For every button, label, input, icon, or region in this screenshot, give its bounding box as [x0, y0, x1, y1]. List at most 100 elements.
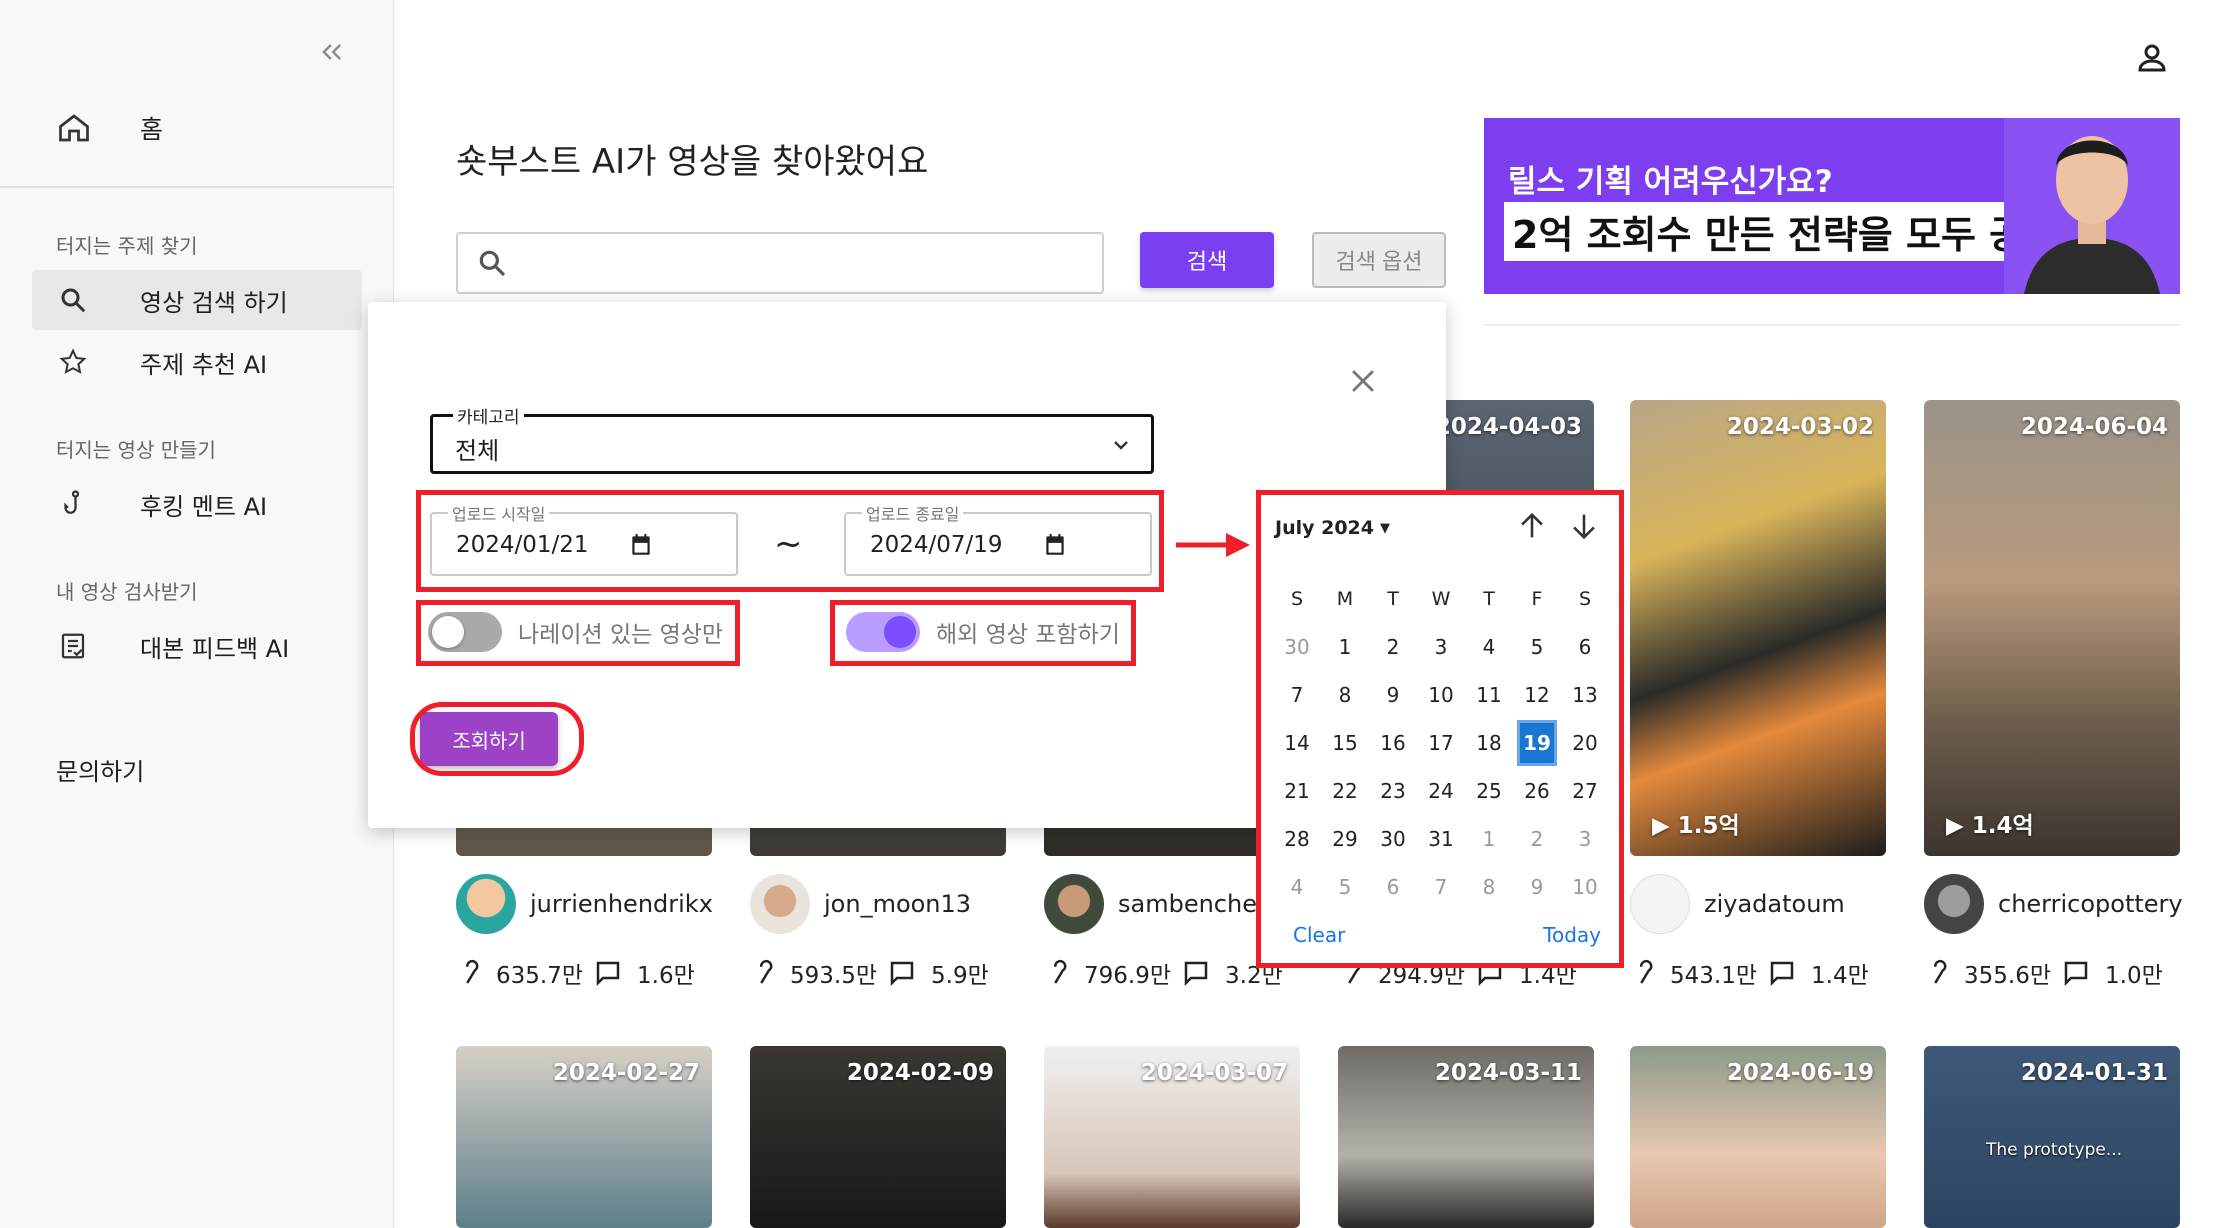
- comment-icon: [1184, 961, 1208, 987]
- calendar-icon[interactable]: [628, 532, 654, 558]
- sidebar-item-home[interactable]: 홈: [56, 104, 356, 152]
- calendar-day[interactable]: 6: [1561, 627, 1609, 667]
- calendar-day[interactable]: 16: [1369, 723, 1417, 763]
- video-author[interactable]: jurrienhendrikx: [456, 874, 756, 934]
- calendar-day[interactable]: 17: [1417, 723, 1465, 763]
- calendar-day[interactable]: 2: [1369, 627, 1417, 667]
- weekday-header: S M T W T F S: [1273, 575, 1609, 623]
- video-author[interactable]: ziyadatoum: [1630, 874, 1930, 934]
- date-range-separator: ~: [774, 524, 803, 564]
- sidebar-item-label: 대본 피드백 AI: [140, 634, 290, 663]
- calendar-day[interactable]: 4: [1465, 627, 1513, 667]
- calendar-day[interactable]: 10: [1417, 675, 1465, 715]
- month-selector[interactable]: July 2024 ▼: [1275, 517, 1390, 539]
- user-account-icon[interactable]: [2134, 40, 2170, 76]
- home-icon: [59, 114, 89, 142]
- calendar-day[interactable]: 4: [1273, 867, 1321, 907]
- search-button[interactable]: 검색: [1140, 232, 1274, 288]
- include-overseas-toggle-row[interactable]: 해외 영상 포함하기: [846, 608, 1120, 656]
- clear-date-button[interactable]: Clear: [1293, 923, 1345, 947]
- sidebar-item-video-search[interactable]: 영상 검색 하기: [32, 270, 362, 330]
- video-thumbnail[interactable]: 2024-03-07: [1044, 1046, 1300, 1228]
- calendar-day[interactable]: 7: [1417, 867, 1465, 907]
- calendar-day[interactable]: 9: [1513, 867, 1561, 907]
- calendar-day[interactable]: 9: [1369, 675, 1417, 715]
- calendar-day[interactable]: 28: [1273, 819, 1321, 859]
- sidebar-item-topic-ai[interactable]: 주제 추천 AI: [32, 332, 362, 392]
- video-author[interactable]: cherricopottery: [1924, 874, 2224, 934]
- narration-only-toggle-row[interactable]: 나레이션 있는 영상만: [428, 608, 723, 656]
- category-select[interactable]: 카테고리 전체: [430, 403, 1154, 474]
- calendar-day[interactable]: 12: [1513, 675, 1561, 715]
- video-thumbnail[interactable]: 2024-03-02 ▶ 1.5억: [1630, 400, 1886, 856]
- video-thumbnail[interactable]: 2024-02-09: [750, 1046, 1006, 1228]
- document-check-icon: [56, 629, 90, 663]
- calendar-day[interactable]: 30: [1273, 627, 1321, 667]
- calendar-day[interactable]: 7: [1273, 675, 1321, 715]
- video-thumbnail[interactable]: 2024-02-27: [456, 1046, 712, 1228]
- calendar-day[interactable]: 24: [1417, 771, 1465, 811]
- include-overseas-toggle[interactable]: [846, 612, 920, 652]
- sidebar-item-hooking-ai[interactable]: 후킹 멘트 AI: [32, 474, 362, 534]
- sidebar-section-title: 내 영상 검사받기: [56, 580, 198, 604]
- calendar-day[interactable]: 1: [1321, 627, 1369, 667]
- calendar-day[interactable]: 5: [1513, 627, 1561, 667]
- calendar-day[interactable]: 11: [1465, 675, 1513, 715]
- calendar-day[interactable]: 8: [1321, 675, 1369, 715]
- calendar-day[interactable]: 13: [1561, 675, 1609, 715]
- calendar-day-selected[interactable]: 19: [1517, 720, 1557, 766]
- calendar-week: 14 15 16 17 18 19 20: [1273, 719, 1609, 767]
- narration-only-toggle[interactable]: [428, 612, 502, 652]
- calendar-day[interactable]: 27: [1561, 771, 1609, 811]
- calendar-day[interactable]: 31: [1417, 819, 1465, 859]
- start-date-field[interactable]: 업로드 시작일 2024/01/21: [430, 501, 738, 576]
- end-date-field[interactable]: 업로드 종료일 2024/07/19: [844, 501, 1152, 576]
- collapse-sidebar-button[interactable]: [310, 32, 354, 72]
- arrow-up-icon[interactable]: [1515, 509, 1549, 543]
- search-input[interactable]: [520, 234, 1102, 292]
- avatar: [1044, 874, 1104, 934]
- video-thumbnail[interactable]: 2024-06-04 ▶ 1.4억: [1924, 400, 2180, 856]
- likes-count: 635.7만: [496, 963, 584, 989]
- calendar-day[interactable]: 23: [1369, 771, 1417, 811]
- video-author[interactable]: jon_moon13: [750, 874, 1050, 934]
- calendar-day[interactable]: 15: [1321, 723, 1369, 763]
- sidebar-item-contact[interactable]: 문의하기: [56, 752, 144, 787]
- arrow-down-icon[interactable]: [1567, 509, 1601, 543]
- calendar-day[interactable]: 29: [1321, 819, 1369, 859]
- submit-filter-button[interactable]: 조회하기: [420, 712, 558, 766]
- video-date: 2024-03-02: [1726, 414, 1874, 440]
- video-stats: 796.9만 3.2만: [1044, 956, 1283, 990]
- calendar-day[interactable]: 3: [1417, 627, 1465, 667]
- sidebar-item-label: 주제 추천 AI: [140, 350, 268, 379]
- close-icon[interactable]: [1346, 364, 1380, 398]
- calendar-day[interactable]: 3: [1561, 819, 1609, 859]
- calendar-day[interactable]: 18: [1465, 723, 1513, 763]
- calendar-day[interactable]: 5: [1321, 867, 1369, 907]
- video-stats: 543.1만 1.4만: [1630, 956, 1869, 990]
- sidebar-item-label: 영상 검색 하기: [140, 288, 288, 317]
- calendar-day[interactable]: 6: [1369, 867, 1417, 907]
- video-thumbnail[interactable]: 2024-06-19: [1630, 1046, 1886, 1228]
- calendar-day[interactable]: 25: [1465, 771, 1513, 811]
- calendar-day[interactable]: 1: [1465, 819, 1513, 859]
- calendar-day[interactable]: 20: [1561, 723, 1609, 763]
- video-thumbnail[interactable]: 2024-03-11: [1338, 1046, 1594, 1228]
- search-field[interactable]: [456, 232, 1104, 294]
- calendar-day[interactable]: 21: [1273, 771, 1321, 811]
- sidebar-item-script-feedback[interactable]: 대본 피드백 AI: [32, 616, 362, 676]
- video-thumbnail[interactable]: 2024-01-31 The prototype...: [1924, 1046, 2180, 1228]
- calendar-day[interactable]: 2: [1513, 819, 1561, 859]
- calendar-icon[interactable]: [1042, 532, 1068, 558]
- calendar-day[interactable]: 26: [1513, 771, 1561, 811]
- calendar-day[interactable]: 14: [1273, 723, 1321, 763]
- promo-banner[interactable]: 릴스 기획 어려우신가요? 2억 조회수 만든 전략을 모두 공개합니다: [1484, 118, 2180, 294]
- today-button[interactable]: Today: [1543, 923, 1601, 947]
- calendar-day[interactable]: 22: [1321, 771, 1369, 811]
- search-options-button[interactable]: 검색 옵션: [1312, 232, 1446, 288]
- category-label: 카테고리: [453, 403, 524, 428]
- calendar-day[interactable]: 8: [1465, 867, 1513, 907]
- calendar-day[interactable]: 10: [1561, 867, 1609, 907]
- calendar-day[interactable]: 30: [1369, 819, 1417, 859]
- end-date-value: 2024/07/19: [870, 532, 1003, 558]
